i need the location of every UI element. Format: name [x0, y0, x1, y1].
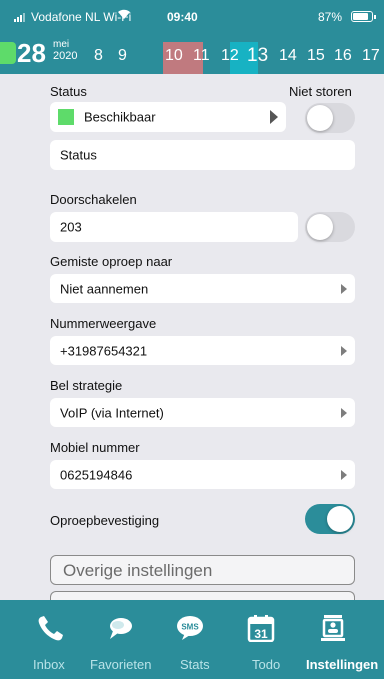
status-label: Status — [50, 84, 87, 99]
chevron-right-icon — [341, 469, 347, 480]
day-8[interactable]: 8 — [94, 47, 103, 65]
chat-icon[interactable] — [105, 614, 135, 642]
sms-icon-text: SMS — [181, 623, 199, 632]
chevron-right-icon — [341, 345, 347, 356]
clock-time: 09:40 — [167, 10, 198, 24]
chevron-right-icon — [341, 407, 347, 418]
tab-instellingen[interactable]: Instellingen — [306, 657, 378, 672]
current-day: 28 — [17, 38, 46, 68]
wifi-icon — [117, 9, 131, 23]
forward-label: Doorschakelen — [50, 192, 137, 207]
current-month: mei — [53, 39, 70, 50]
status-placeholder: Status — [60, 147, 97, 163]
day-10[interactable]: 10 — [165, 47, 183, 65]
tab-favorieten[interactable]: Favorieten — [90, 657, 151, 672]
dnd-toggle[interactable] — [305, 103, 355, 133]
mobile-number-label: Mobiel nummer — [50, 440, 140, 455]
day-9[interactable]: 9 — [118, 47, 127, 65]
day-12[interactable]: 12 — [221, 47, 239, 65]
mobile-number-select[interactable]: 0625194846 — [50, 460, 355, 489]
day-13[interactable]: 13 — [247, 45, 268, 67]
call-confirm-toggle[interactable] — [305, 504, 355, 534]
missed-call-select[interactable]: Niet aannemen — [50, 274, 355, 303]
day-15[interactable]: 15 — [307, 47, 325, 65]
availability-select[interactable]: Beschikbaar — [50, 102, 286, 132]
calendar-icon-day: 31 — [254, 627, 268, 641]
settings-icon[interactable] — [318, 614, 348, 642]
day-14[interactable]: 14 — [279, 47, 297, 65]
settings-form: Status Niet storen Beschikbaar Status Do… — [0, 74, 384, 605]
day-16[interactable]: 16 — [334, 47, 352, 65]
forward-value: 203 — [60, 219, 82, 235]
phone-icon[interactable] — [36, 614, 66, 642]
missed-call-value: Niet aannemen — [60, 281, 149, 296]
mobile-number-value: 0625194846 — [60, 467, 133, 482]
number-display-select[interactable]: +31987654321 — [50, 336, 355, 365]
chevron-right-icon — [341, 283, 347, 294]
availability-indicator — [0, 42, 16, 64]
other-settings-label: Overige instellingen — [63, 561, 213, 580]
dnd-label: Niet storen — [289, 84, 352, 99]
missed-call-label: Gemiste oproep naar — [50, 254, 173, 269]
forward-toggle[interactable] — [305, 212, 355, 242]
top-header: Vodafone NL Wi-Fi 09:40 87% 28 mei 2020 … — [0, 0, 384, 74]
call-strategy-label: Bel strategie — [50, 378, 123, 393]
forward-input[interactable]: 203 — [50, 212, 298, 242]
date-strip[interactable]: 28 mei 2020 8 9 10 11 12 13 14 15 16 17 — [0, 36, 384, 74]
status-bar: Vodafone NL Wi-Fi 09:40 87% — [0, 0, 384, 36]
current-year: 2020 — [53, 50, 78, 62]
calendar-icon[interactable]: 31 — [246, 614, 276, 643]
tab-inbox[interactable]: Inbox — [33, 657, 65, 672]
day-17[interactable]: 17 — [362, 47, 380, 65]
availability-value: Beschikbaar — [84, 109, 156, 125]
status-input[interactable]: Status — [50, 140, 355, 170]
tab-todo[interactable]: Todo — [252, 657, 280, 672]
tab-stats[interactable]: Stats — [180, 657, 210, 672]
call-strategy-select[interactable]: VoIP (via Internet) — [50, 398, 355, 427]
battery-icon — [351, 11, 376, 22]
call-strategy-value: VoIP (via Internet) — [60, 405, 164, 420]
chevron-right-icon — [270, 110, 278, 124]
number-display-value: +31987654321 — [60, 343, 148, 358]
battery-percent: 87% — [318, 10, 343, 24]
sms-icon[interactable]: SMS — [175, 614, 205, 642]
available-color-swatch — [58, 109, 74, 125]
call-confirm-label: Oproepbevestiging — [50, 513, 160, 528]
other-settings-button[interactable]: Overige instellingen — [50, 555, 355, 585]
number-display-label: Nummerweergave — [50, 316, 157, 331]
tab-bar: SMS 31 Inbox Favorieten Stats Todo Inste… — [0, 600, 384, 679]
day-11[interactable]: 11 — [193, 47, 210, 65]
signal-icon — [14, 12, 28, 22]
